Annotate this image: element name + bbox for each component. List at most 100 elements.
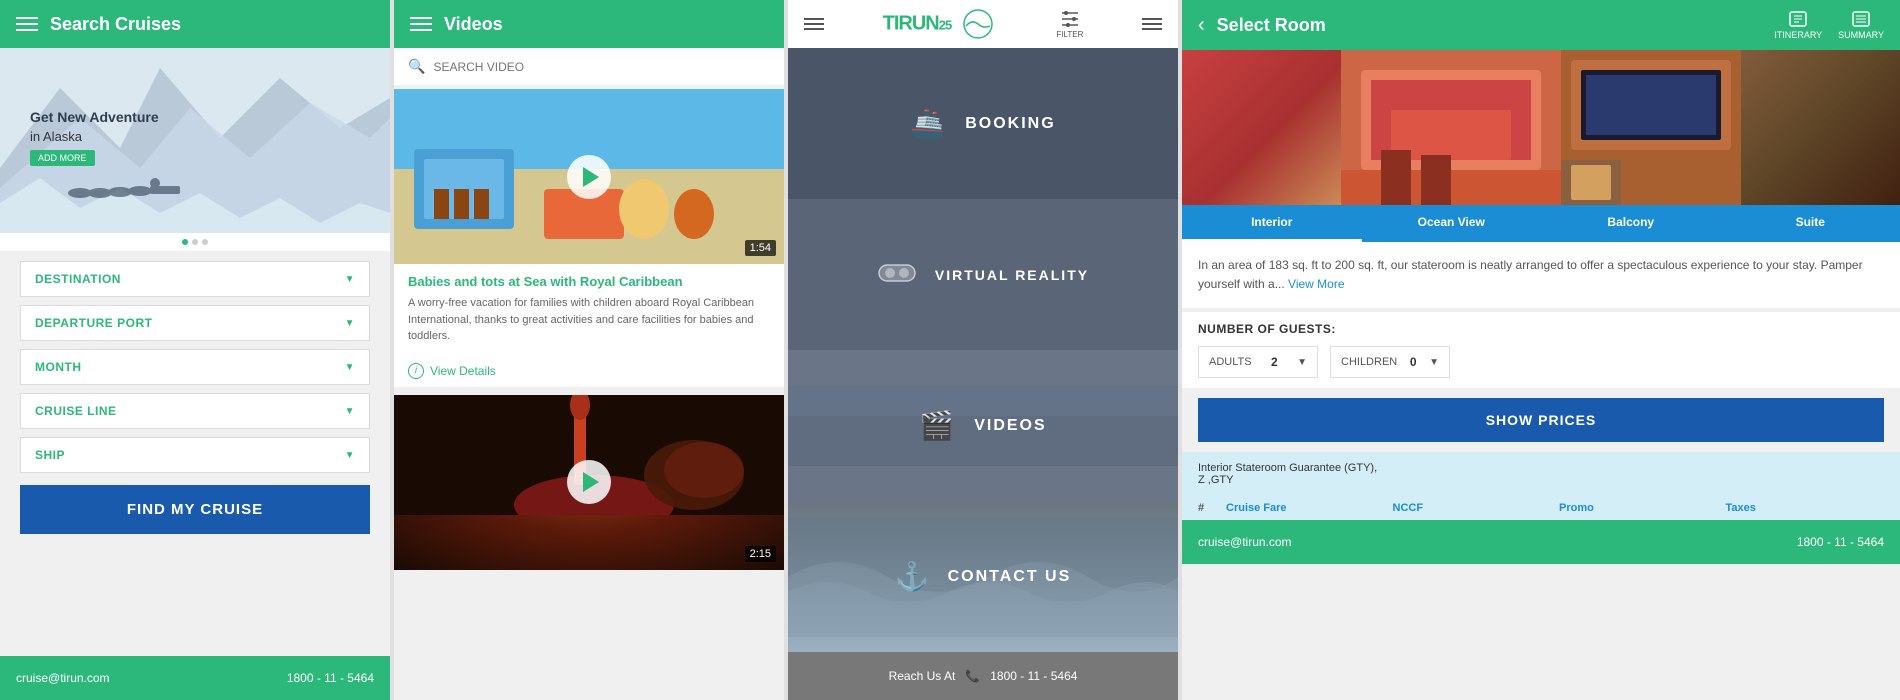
dot-3[interactable]: [202, 239, 208, 245]
search-cruises-panel: Search Cruises Get New Adventure in Alas…: [0, 0, 390, 700]
find-my-cruise-button[interactable]: FIND MY CRUISE: [20, 485, 370, 534]
month-arrow-icon: ▼: [345, 362, 355, 373]
ship-dropdown[interactable]: SHIP ▼: [20, 437, 370, 473]
select-room-panel: ‹ Select Room ITINERARY SUMMAR: [1182, 0, 1900, 700]
hamburger-menu[interactable]: [16, 17, 38, 31]
children-value: 0: [1410, 355, 1417, 369]
video1-view-details[interactable]: i View Details: [394, 355, 784, 387]
itinerary-button[interactable]: ITINERARY: [1774, 10, 1822, 40]
show-prices-button[interactable]: SHOW PRICES: [1198, 398, 1884, 442]
tirun-logo: TIRUN25: [883, 9, 998, 39]
destination-arrow-icon: ▼: [345, 274, 355, 285]
adults-selector[interactable]: ADULTS 2 ▼: [1198, 346, 1318, 378]
tirun-25: 25: [939, 17, 951, 32]
children-arrow-icon: ▼: [1429, 357, 1439, 368]
anchor-icon: ⚓: [895, 560, 932, 593]
panel4-title: Select Room: [1217, 15, 1763, 36]
hero-action-btn[interactable]: ADD MORE: [30, 150, 95, 166]
menu-item-booking[interactable]: 🚢 BOOKING: [788, 48, 1178, 199]
guests-row: ADULTS 2 ▼ CHILDREN 0 ▼: [1198, 346, 1884, 378]
contact-phone-number: 1800 - 11 - 5464: [990, 669, 1077, 683]
filter-label: FILTER: [1056, 30, 1083, 39]
summary-button[interactable]: SUMMARY: [1838, 10, 1884, 40]
vr-label: VIRTUAL REALITY: [935, 267, 1089, 283]
menu-item-contact[interactable]: ⚓ CONTACT US: [788, 501, 1178, 652]
filter-button[interactable]: FILTER: [1056, 10, 1083, 39]
video-search-bar[interactable]: 🔍: [394, 48, 784, 85]
cruise-line-dropdown[interactable]: CRUISE LINE ▼: [20, 393, 370, 429]
children-selector[interactable]: CHILDREN 0 ▼: [1330, 346, 1450, 378]
vr-icon: [877, 257, 917, 293]
menu-item-vr[interactable]: VIRTUAL REALITY: [788, 199, 1178, 350]
video1-play-button[interactable]: [567, 155, 611, 199]
reach-us-text: Reach Us At: [889, 669, 956, 683]
view-more-link[interactable]: View More: [1288, 277, 1344, 291]
contact-content: ⚓ CONTACT US: [895, 560, 1072, 593]
panel1-title: Search Cruises: [50, 14, 181, 35]
itinerary-label: ITINERARY: [1774, 30, 1822, 40]
back-arrow-button[interactable]: ‹: [1198, 14, 1205, 37]
dot-2[interactable]: [192, 239, 198, 245]
info-icon: i: [408, 363, 424, 379]
price-col-cruise-fare: Cruise Fare: [1226, 502, 1385, 514]
booking-label: BOOKING: [965, 115, 1055, 133]
logo-ship-icon: [958, 9, 998, 39]
carousel-dots: [0, 233, 390, 251]
tab-interior[interactable]: Interior: [1182, 205, 1362, 242]
departure-arrow-icon: ▼: [345, 318, 355, 329]
ship-arrow-icon: ▼: [345, 450, 355, 461]
panel2-title: Videos: [444, 14, 503, 35]
dot-1[interactable]: [182, 239, 188, 245]
panel4-footer-phone: 1800 - 11 - 5464: [1797, 535, 1884, 549]
video-thumb-2[interactable]: 2:15: [394, 395, 784, 570]
cruise-line-arrow-icon: ▼: [345, 406, 355, 417]
video1-duration: 1:54: [745, 240, 776, 256]
ship-label: SHIP: [35, 448, 65, 462]
video-thumb-1[interactable]: 1:54: [394, 89, 784, 264]
panel4-footer: cruise@tirun.com 1800 - 11 - 5464: [1182, 520, 1900, 564]
guarantee-type: Z ,GTY: [1198, 474, 1884, 486]
menu-hamburger-right[interactable]: [1142, 18, 1162, 30]
children-label: CHILDREN: [1341, 356, 1397, 368]
video1-title: Babies and tots at Sea with Royal Caribb…: [408, 274, 770, 289]
video-card-1: 1:54 Babies and tots at Sea with Royal C…: [394, 89, 784, 387]
play-icon: [583, 167, 599, 187]
month-dropdown[interactable]: MONTH ▼: [20, 349, 370, 385]
hero-image: Get New Adventure in Alaska ADD MORE: [0, 48, 390, 233]
adults-value: 2: [1271, 355, 1278, 369]
panel3-header: TIRUN25 FILTER: [788, 0, 1178, 48]
video-search-input[interactable]: [433, 60, 770, 74]
contact-label: CONTACT US: [948, 568, 1072, 586]
price-col-promo: Promo: [1559, 502, 1718, 514]
footer-phone: 1800 - 11 - 5464: [287, 671, 374, 685]
guarantee-section: Interior Stateroom Guarantee (GTY), Z ,G…: [1182, 452, 1900, 496]
destination-dropdown[interactable]: DESTINATION ▼: [20, 261, 370, 297]
menu-hamburger[interactable]: [804, 18, 824, 30]
contact-phone-bar: Reach Us At 📞 1800 - 11 - 5464: [788, 652, 1178, 700]
video2-play-button[interactable]: [567, 460, 611, 504]
summary-icon: [1851, 10, 1871, 28]
video1-info: Babies and tots at Sea with Royal Caribb…: [394, 264, 784, 355]
header-icons-group: ITINERARY SUMMARY: [1774, 10, 1884, 40]
phone-icon: 📞: [965, 669, 980, 683]
videos-hamburger-menu[interactable]: [410, 17, 432, 31]
menu-item-videos[interactable]: 🎬 VIDEOS: [788, 350, 1178, 501]
filter-icon: [1059, 10, 1081, 28]
videos-camera-icon: 🎬: [919, 409, 956, 442]
tab-ocean-view[interactable]: Ocean View: [1362, 205, 1542, 242]
panel4-footer-email: cruise@tirun.com: [1198, 535, 1292, 549]
cruise-line-label: CRUISE LINE: [35, 404, 117, 418]
tab-balcony[interactable]: Balcony: [1541, 205, 1721, 242]
summary-label: SUMMARY: [1838, 30, 1884, 40]
adults-arrow-icon: ▼: [1297, 357, 1307, 368]
departure-port-dropdown[interactable]: DEPARTURE PORT ▼: [20, 305, 370, 341]
tab-suite[interactable]: Suite: [1721, 205, 1900, 242]
room-description: In an area of 183 sq. ft to 200 sq. ft, …: [1182, 242, 1900, 308]
itinerary-icon: [1788, 10, 1808, 28]
departure-label: DEPARTURE PORT: [35, 316, 152, 330]
videos-label: VIDEOS: [974, 417, 1046, 435]
footer-email: cruise@tirun.com: [16, 671, 110, 685]
videos-panel: Videos 🔍 1:54 Babies a: [394, 0, 784, 700]
room-photo: [1182, 50, 1900, 205]
price-col-nccf: NCCF: [1393, 502, 1552, 514]
